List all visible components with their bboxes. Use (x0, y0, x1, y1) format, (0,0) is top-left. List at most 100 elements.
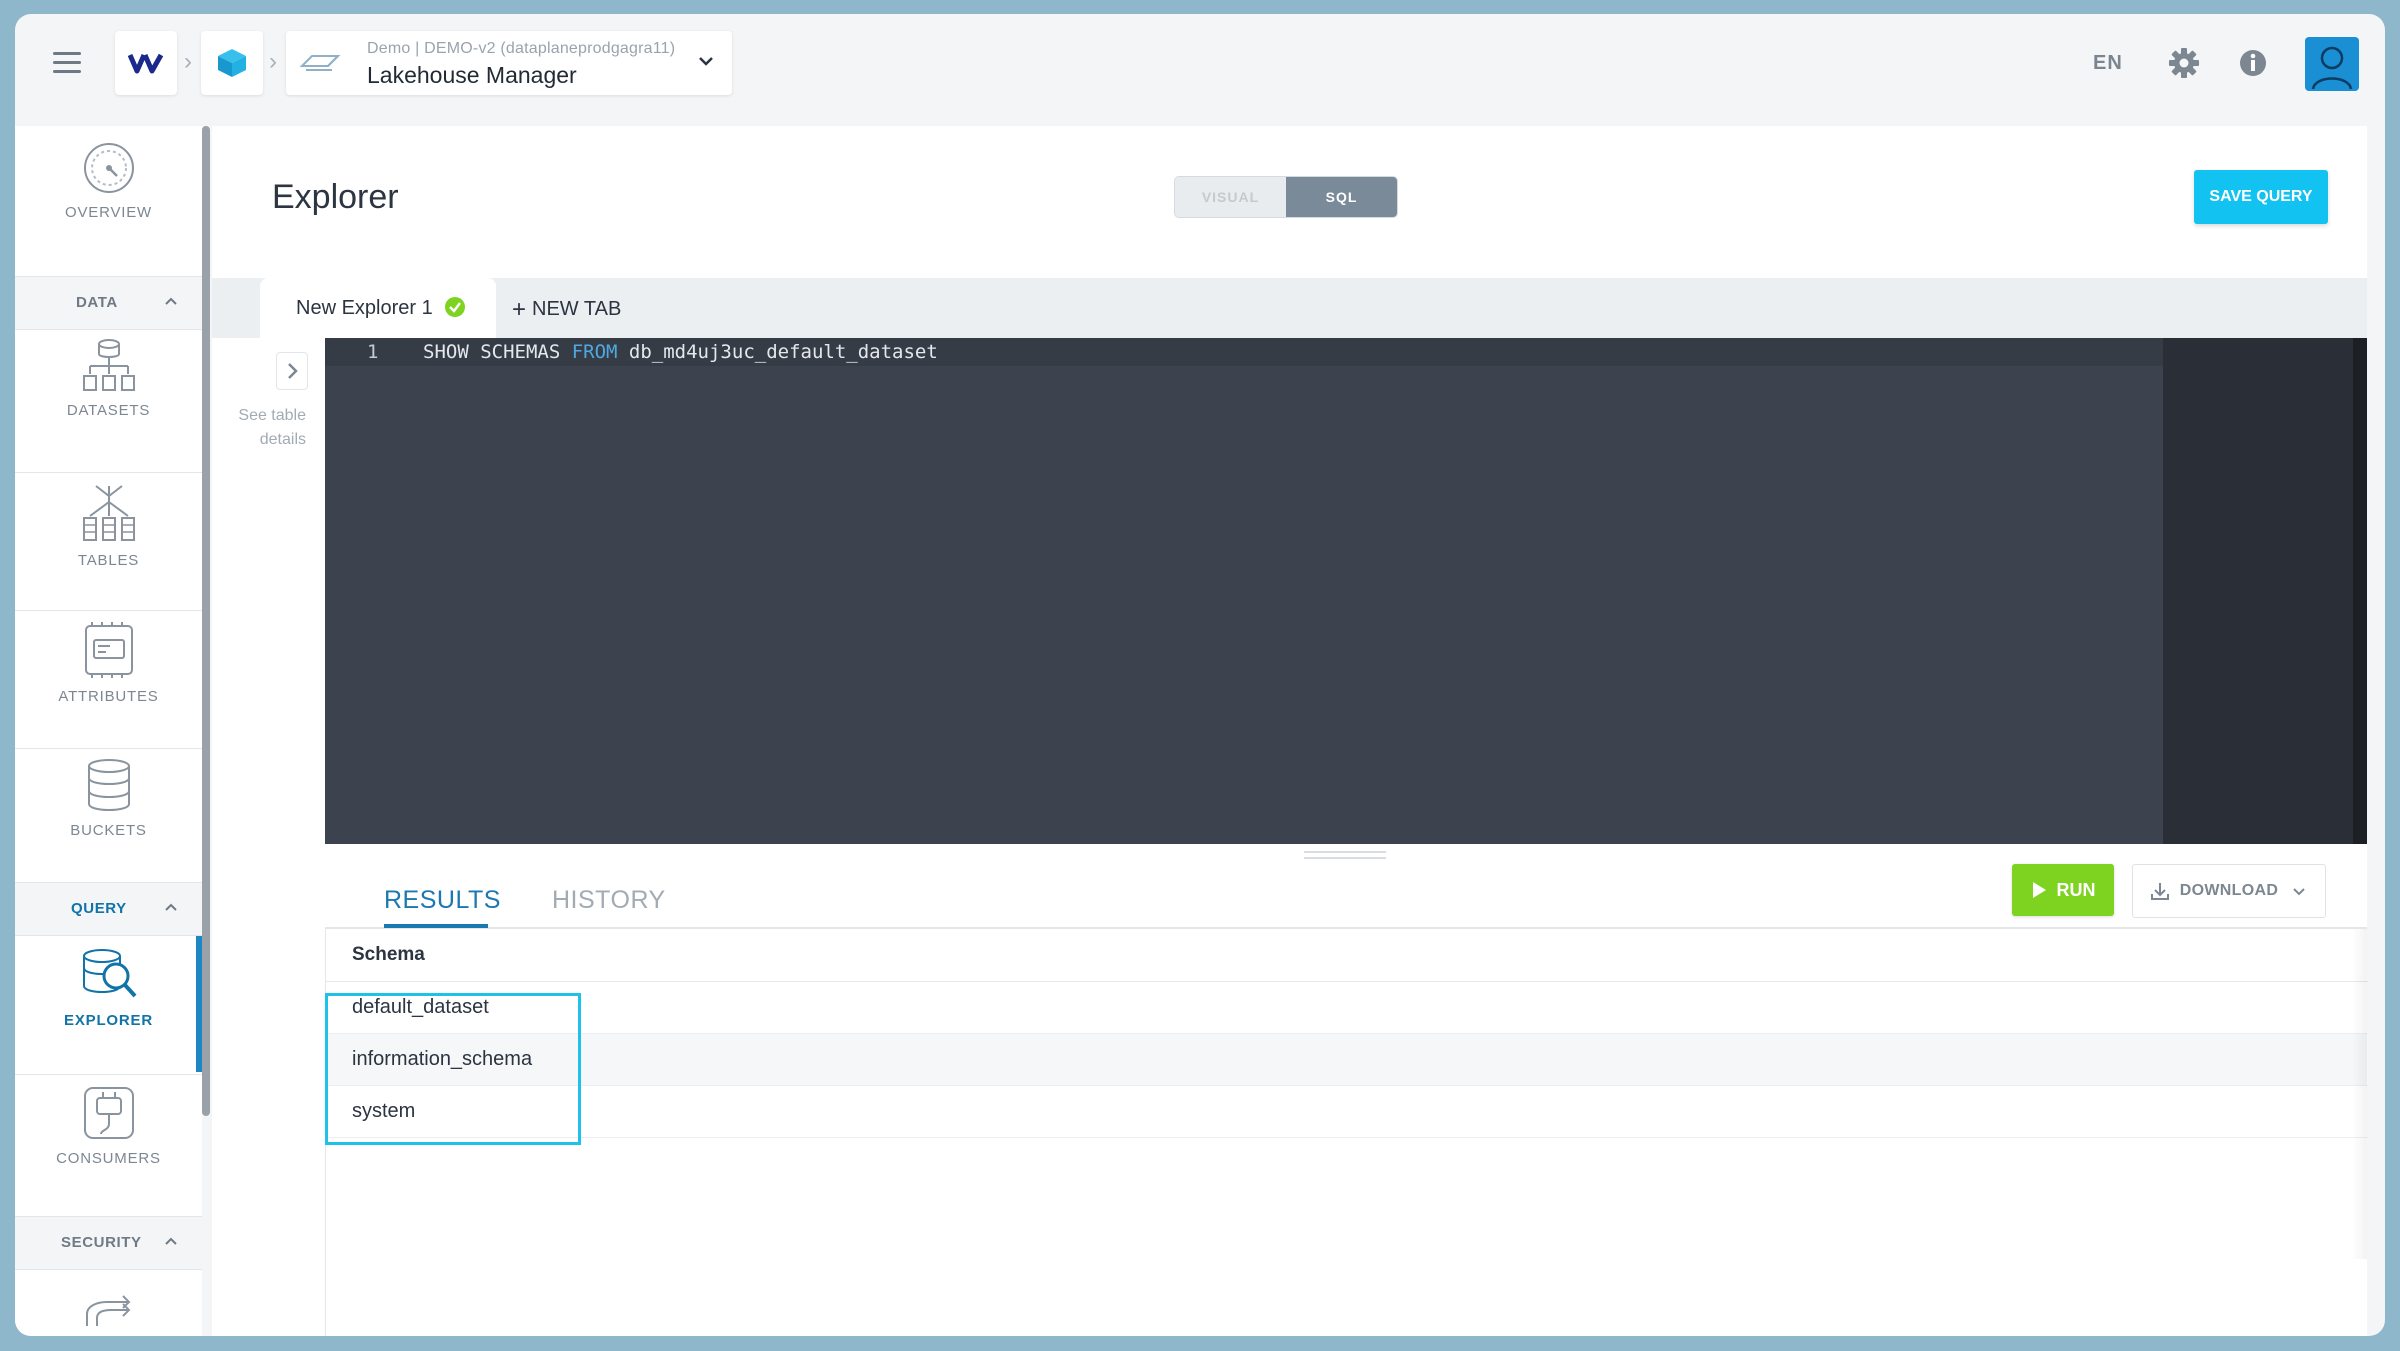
table-cell: default_dataset (352, 996, 489, 1018)
buckets-database-icon (87, 759, 130, 811)
code-line[interactable]: SHOW SCHEMAS FROM db_md4uj3uc_default_da… (423, 341, 938, 363)
app-window: › › Demo | DEMO-v2 (dataplaneprodgagra11… (15, 14, 2385, 1336)
divider (15, 472, 202, 473)
chevron-up-icon (165, 1237, 177, 1245)
language-selector[interactable]: EN (2093, 52, 2123, 75)
datasets-icon (82, 339, 135, 391)
plug-icon (83, 1087, 134, 1139)
divider (15, 1074, 202, 1075)
table-row[interactable]: default_dataset (326, 982, 2368, 1034)
top-bar: › › Demo | DEMO-v2 (dataplaneprodgagra11… (15, 14, 2385, 126)
menu-icon[interactable] (53, 52, 81, 76)
editor-resize-handle[interactable] (1304, 851, 1386, 859)
sidebar-item-label: EXPLORER (64, 1012, 153, 1029)
lakehouse-icon (299, 55, 341, 71)
new-tab-label: NEW TAB (532, 298, 622, 320)
tab-new-explorer-1[interactable]: New Explorer 1 (260, 278, 496, 338)
workspace-subtitle: Demo | DEMO-v2 (dataplaneprodgagra11) (367, 40, 676, 57)
info-icon[interactable] (2236, 46, 2270, 80)
sidebar-item-security-policy[interactable] (15, 1286, 202, 1336)
query-tab-strip: New Explorer 1 + NEW TAB (212, 278, 2367, 338)
sidebar-item-label: OVERVIEW (65, 204, 152, 221)
brand-logo[interactable] (115, 31, 177, 95)
sidebar-item-label: DATASETS (66, 402, 151, 419)
download-icon (2150, 883, 2169, 900)
sidebar-scrollbar[interactable] (202, 126, 210, 1116)
chevron-up-icon (165, 297, 177, 305)
main-panel: Explorer VISUAL SQL SAVE QUERY New Explo… (212, 126, 2368, 1336)
table-cell: system (352, 1100, 416, 1122)
app-title: Lakehouse Manager (367, 62, 577, 88)
table-row[interactable]: information_schema (326, 1034, 2368, 1086)
table-edge-shadow (2352, 929, 2367, 1259)
sql-mode-button[interactable]: SQL (1286, 177, 1397, 217)
line-number: 1 (367, 341, 379, 363)
code-text: SHOW SCHEMAS (423, 341, 572, 363)
visual-mode-button[interactable]: VISUAL (1175, 177, 1286, 217)
results-table: Schema default_dataset information_schem… (325, 929, 2368, 1336)
see-table-details-link[interactable]: See table details (226, 404, 306, 452)
section-label: DATA (76, 294, 118, 311)
tab-results[interactable]: RESULTS (384, 886, 501, 915)
breadcrumb-separator-icon: › (184, 48, 192, 75)
sidebar-item-attributes[interactable]: ATTRIBUTES (15, 620, 202, 744)
table-header: Schema (326, 929, 2368, 982)
section-data[interactable]: DATA (15, 276, 202, 330)
sidebar-item-datasets[interactable]: DATASETS (15, 336, 202, 460)
editor-scrollbar[interactable] (2353, 338, 2367, 844)
run-label: RUN (2056, 879, 2096, 900)
cube-crumb[interactable] (201, 31, 263, 95)
logo-icon (128, 53, 164, 74)
table-row[interactable]: system (326, 1086, 2368, 1138)
sidebar-item-overview[interactable]: OVERVIEW (15, 140, 202, 272)
expand-panel-button[interactable] (276, 352, 308, 390)
sidebar-item-buckets[interactable]: BUCKETS (15, 758, 202, 882)
breadcrumb-separator-icon: › (269, 48, 277, 75)
sidebar-item-label: BUCKETS (70, 822, 147, 839)
download-button[interactable]: DOWNLOAD (2132, 864, 2326, 918)
save-query-button[interactable]: SAVE QUERY (2194, 170, 2328, 224)
section-label: QUERY (71, 900, 127, 917)
tab-history[interactable]: HISTORY (552, 886, 666, 915)
explorer-search-database-icon (82, 949, 136, 998)
sidebar-item-label: CONSUMERS (56, 1150, 161, 1167)
plus-icon: + (512, 296, 527, 323)
divider (15, 610, 202, 611)
chevron-down-icon (2293, 888, 2305, 896)
sql-editor[interactable]: 1 SHOW SCHEMAS FROM db_md4uj3uc_default_… (325, 338, 2367, 844)
sidebar-item-explorer[interactable]: EXPLORER (15, 946, 202, 1070)
mode-toggle: VISUAL SQL (1174, 176, 1398, 218)
sidebar-item-consumers[interactable]: CONSUMERS (15, 1084, 202, 1208)
check-circle-icon (445, 297, 465, 317)
dashboard-gauge-icon (83, 143, 134, 193)
sidebar-item-label: TABLES (77, 552, 140, 569)
column-header-schema[interactable]: Schema (352, 944, 425, 966)
chevron-down-icon[interactable] (695, 50, 717, 72)
new-tab-button[interactable]: + NEW TAB (512, 296, 621, 324)
download-label: DOWNLOAD (2179, 882, 2279, 899)
policy-flow-icon (85, 1295, 130, 1326)
table-cell: information_schema (352, 1048, 533, 1070)
tab-label: New Explorer 1 (296, 297, 433, 319)
page-title: Explorer (272, 178, 399, 216)
chevron-up-icon (165, 903, 177, 911)
chevron-right-icon (288, 363, 298, 379)
sidebar-item-label: ATTRIBUTES (58, 688, 159, 705)
avatar[interactable] (2305, 37, 2359, 91)
user-icon (2311, 46, 2353, 90)
divider (15, 748, 202, 749)
editor-minimap[interactable] (2163, 338, 2353, 844)
code-keyword: FROM (571, 341, 618, 363)
run-button[interactable]: RUN (2012, 864, 2114, 916)
sidebar-item-tables[interactable]: TABLES (15, 482, 202, 606)
code-text: db_md4uj3uc_default_dataset (617, 341, 938, 363)
active-tab-underline (384, 924, 488, 928)
tables-icon (82, 485, 135, 541)
sidebar: OVERVIEW DATA DATASETS TABLES ATTRIBUTES… (15, 126, 202, 1336)
play-icon (2032, 882, 2046, 898)
section-security[interactable]: SECURITY (15, 1216, 202, 1270)
section-query[interactable]: QUERY (15, 882, 202, 936)
cube-icon (218, 49, 246, 77)
gear-icon[interactable] (2167, 46, 2201, 80)
section-label: SECURITY (61, 1234, 142, 1251)
